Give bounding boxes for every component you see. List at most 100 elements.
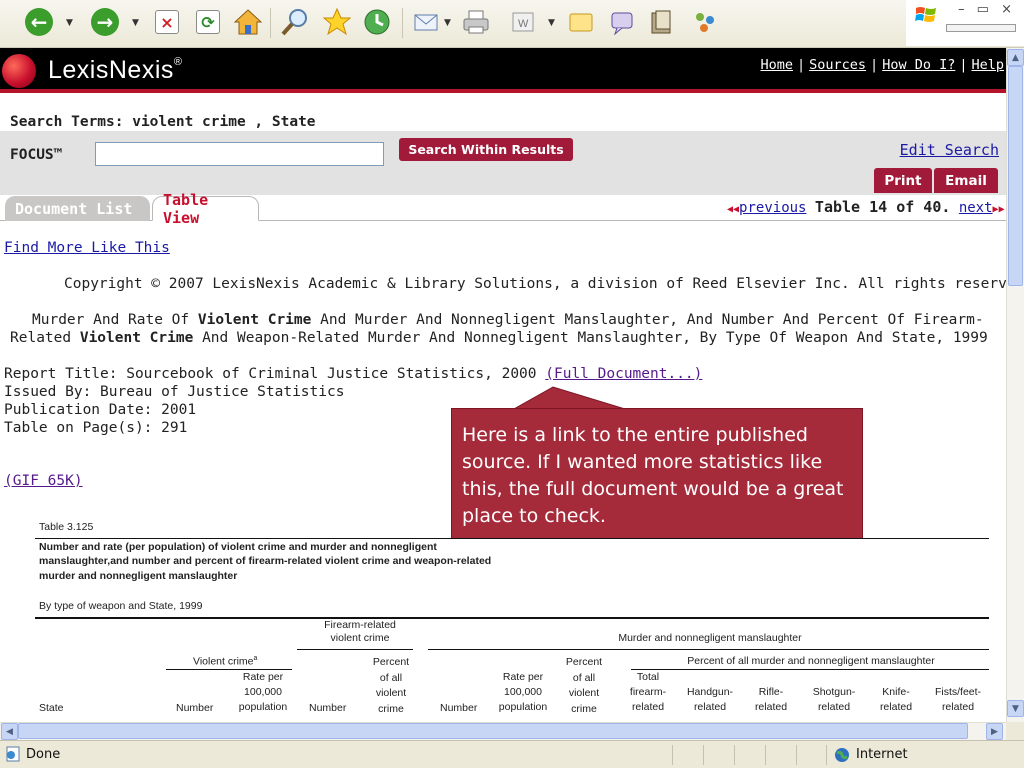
mail-dropdown-icon[interactable]: ▼ [444, 18, 451, 28]
scroll-up-icon[interactable]: ▲ [1007, 49, 1024, 66]
col-vc-rate: Rate per 100,000 population [238, 671, 288, 713]
how-do-i-link[interactable]: How Do I? [882, 57, 955, 73]
print-button[interactable]: Print [874, 168, 932, 193]
header-accent-line [0, 89, 1006, 93]
col-m-percent: Percent of all violent crime [565, 656, 603, 715]
table-title-1: Number and rate (per population) of viol… [39, 541, 437, 553]
window-controls-area: – ▭ × [906, 0, 1024, 46]
scroll-left-icon[interactable]: ◀ [1, 723, 18, 740]
col-m-rate: Rate per 100,000 population [498, 671, 548, 713]
col-handgun: Handgun- related [686, 686, 734, 713]
horizontal-scroll-thumb[interactable] [18, 723, 968, 739]
page-done-icon [6, 746, 20, 762]
focus-label: FOCUS™ [10, 147, 63, 163]
help-link[interactable]: Help [971, 57, 1004, 73]
mail-icon[interactable] [412, 7, 442, 37]
print-icon[interactable] [461, 7, 491, 37]
col-fa-number: Number [309, 702, 347, 714]
group-murder-header: Murder and nonnegligent manslaughter [618, 632, 802, 644]
word-icon[interactable]: W [508, 7, 538, 37]
previous-link[interactable]: previous [739, 200, 806, 216]
stop-icon[interactable]: × [152, 7, 182, 37]
home-link[interactable]: Home [760, 57, 793, 73]
title-2-part-c: And Weapon-Related Murder And Nonneglige… [193, 330, 988, 346]
next-link[interactable]: next [959, 200, 993, 216]
callout-text: Here is a link to the entire published s… [462, 424, 844, 527]
group-firearm-header: Firearm-related violent crime [324, 619, 396, 644]
research-icon[interactable] [648, 7, 678, 37]
search-icon[interactable] [280, 7, 310, 37]
report-title: Report Title: Sourcebook of Criminal Jus… [4, 366, 702, 382]
table-position: Table 14 of 40. [814, 198, 951, 216]
forward-icon[interactable]: → [90, 7, 120, 37]
table-title-3: murder and nonnegligent manslaughter [39, 570, 238, 582]
table-subtitle: By type of weapon and State, 1999 [39, 600, 203, 612]
search-within-results-button[interactable]: Search Within Results [399, 138, 573, 161]
callout-pointer [514, 386, 626, 410]
tab-divider [0, 220, 1006, 221]
favorites-icon[interactable] [322, 7, 352, 37]
window-controls[interactable]: – ▭ × [958, 2, 1016, 17]
back-dropdown-icon[interactable]: ▼ [66, 18, 73, 28]
scroll-down-icon[interactable]: ▼ [1007, 700, 1024, 717]
top-links: Home | Sources | How Do I? | Help [760, 57, 1004, 73]
lexisnexis-logo-icon [2, 54, 36, 88]
title-1-part-c: And Murder And Nonnegligent Manslaughter… [311, 312, 984, 328]
footnote-a: a [253, 655, 258, 662]
full-document-link[interactable]: (Full Document...) [545, 366, 702, 382]
scroll-right-icon[interactable]: ▶ [986, 723, 1003, 740]
publication-date: Publication Date: 2001 [4, 402, 197, 418]
previous-arrow-icon[interactable]: ◀◀ [727, 204, 739, 215]
forward-dropdown-icon[interactable]: ▼ [132, 18, 139, 28]
status-bar: Done Internet [0, 740, 1024, 768]
next-arrow-icon[interactable]: ▶▶ [993, 204, 1005, 215]
back-icon[interactable]: ← [24, 7, 54, 37]
tab-document-list[interactable]: Document List [5, 196, 150, 221]
vertical-scroll-thumb[interactable] [1008, 66, 1023, 286]
windows-logo-icon [915, 7, 936, 22]
sources-link[interactable]: Sources [809, 57, 866, 73]
document-title-line-2: Related Violent Crime And Weapon-Related… [10, 330, 988, 346]
tab-table-view[interactable]: Table View [152, 191, 259, 227]
title-2-part-a: Related [10, 330, 80, 346]
contacts-icon[interactable] [690, 7, 720, 37]
pager: ◀◀previous Table 14 of 40. next▶▶ [727, 198, 1005, 216]
edit-dropdown-icon[interactable]: ▼ [548, 18, 555, 28]
col-fists: Fists/feet- related [934, 686, 982, 713]
violent-crime-label: Violent crime [193, 655, 254, 668]
percent-all-header: Percent of all murder and nonnegligent m… [687, 655, 935, 667]
browser-toolbar: ← ▼ → ▼ × ⟳ ▼ W ▼ – ▭ × [0, 0, 1024, 48]
folder-icon[interactable] [566, 7, 596, 37]
focus-search-input[interactable] [95, 142, 384, 166]
table-title-2: manslaughter,and number and percent of f… [39, 555, 492, 567]
history-icon[interactable] [362, 7, 392, 37]
internet-zone-label: Internet [856, 747, 908, 762]
scrollbar-corner [1006, 722, 1024, 740]
refresh-icon[interactable]: ⟳ [193, 7, 223, 37]
document-title-line-1: Murder And Rate Of Violent Crime And Mur… [32, 312, 984, 328]
throbber-bar [946, 24, 1016, 32]
messenger-icon[interactable] [608, 7, 638, 37]
search-terms: Search Terms: violent crime , State [10, 114, 316, 130]
issued-by: Issued By: Bureau of Justice Statistics [4, 384, 345, 400]
internet-zone-icon [835, 748, 849, 762]
gif-link[interactable]: (GIF 65K) [4, 473, 83, 489]
col-total-firearm: Total firearm- related [629, 671, 667, 713]
title-1-part-a: Murder And Rate Of [32, 312, 198, 328]
home-icon[interactable] [233, 7, 263, 37]
title-1-highlight: Violent Crime [197, 312, 312, 328]
col-shotgun: Shotgun- related [812, 686, 856, 713]
email-button[interactable]: Email [934, 168, 998, 193]
title-2-highlight: Violent Crime [79, 330, 194, 346]
col-rifle: Rifle- related [754, 686, 788, 713]
find-more-like-this-link[interactable]: Find More Like This [4, 240, 170, 256]
col-vc-number: Number [176, 702, 214, 714]
brand-text: LexisNexis [48, 56, 174, 84]
col-state: State [39, 702, 64, 714]
table-number: Table 3.125 [39, 521, 94, 533]
edit-search-link[interactable]: Edit Search [900, 141, 999, 159]
col-knife: Knife- related [879, 686, 913, 713]
col-fa-percent: Percent of all violent crime [372, 656, 410, 715]
col-m-number: Number [440, 702, 478, 714]
brand-registered: ® [173, 56, 183, 68]
